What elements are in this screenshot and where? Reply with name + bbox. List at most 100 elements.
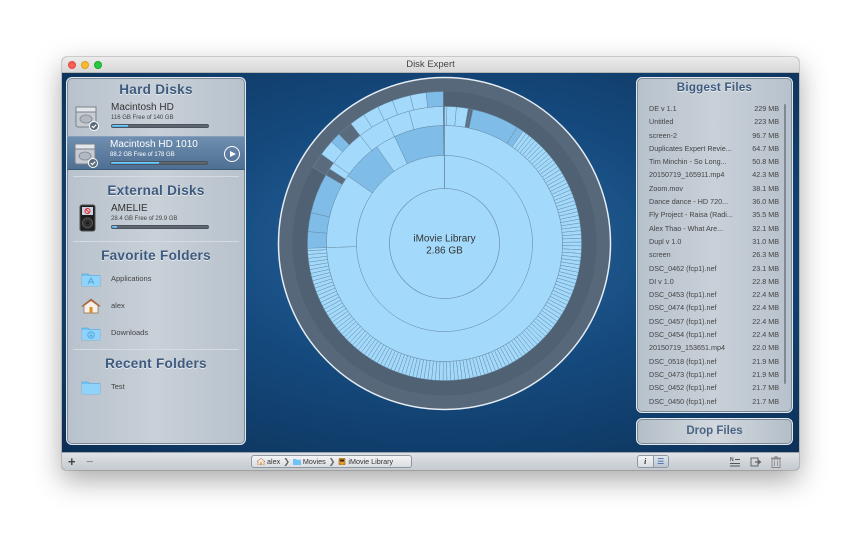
biggest-files-panel: Biggest Files DE v 1.1 229 MB Untitled 223 … [636, 77, 793, 413]
file-name: screen [649, 250, 671, 260]
file-name: Tim Minchin - So Long... [649, 157, 727, 167]
disk-item-macintosh-hd-1010[interactable]: Macintosh HD 1010 88.2 GB Free of 178 GB [67, 136, 245, 170]
ring4-segment[interactable] [425, 91, 444, 108]
minimize-window-button[interactable] [81, 61, 89, 69]
sunburst-chart[interactable]: iMovie Library 2.86 GB [277, 76, 612, 411]
favorite-folder-applications[interactable]: Applications [67, 266, 245, 293]
file-size: 22.4 MB [752, 303, 779, 313]
file-size: 64.7 MB [752, 143, 779, 153]
disk-item-macintosh-hd[interactable]: Macintosh HD 116 GB Free of 140 GB [67, 100, 245, 134]
favorite-folder-alex[interactable]: alex [67, 293, 245, 320]
file-name: Untitled [649, 117, 674, 127]
ring3-segment[interactable] [562, 241, 582, 247]
ring3-segment[interactable] [307, 231, 328, 249]
file-row[interactable]: Alex Thao - What Are... 32.1 MB [649, 222, 779, 235]
files-scrollbar[interactable] [784, 104, 786, 384]
file-row[interactable]: DSC_0474 (fcp1).nef 22.4 MB [649, 301, 779, 314]
drop-files-zone[interactable]: Drop Files [636, 418, 793, 445]
file-row[interactable]: DSC_0454 (fcp1).nef 22.4 MB [649, 328, 779, 341]
file-row[interactable]: DSC_0452 (fcp1).nef 21.7 MB [649, 381, 779, 394]
file-row[interactable]: DE v 1.1 229 MB [649, 102, 779, 115]
file-row[interactable]: DSC_0462 (fcp1).nef 23.1 MB [649, 262, 779, 275]
file-row[interactable]: Dance dance - HD 720... 36.0 MB [649, 195, 779, 208]
breadcrumb-item-imovie-library[interactable]: iMovie Library [348, 457, 393, 466]
file-name: Zoom.mov [649, 183, 683, 193]
file-row[interactable]: Untitled 223 MB [649, 115, 779, 128]
file-row[interactable]: Fly Project - Raisa (Radi... 35.5 MB [649, 208, 779, 221]
disk-usage-bar [110, 161, 208, 165]
recent-folder-test[interactable]: Test [67, 374, 245, 401]
breadcrumb-item-movies[interactable]: Movies [303, 457, 326, 466]
file-row[interactable]: Dupl v 1.0 31.0 MB [649, 235, 779, 248]
svg-text:N: N [730, 457, 734, 463]
file-row[interactable]: screen 26.3 MB [649, 248, 779, 261]
file-row[interactable]: DSC_0450 (fcp1).nef 21.7 MB [649, 395, 779, 408]
home-icon [81, 298, 101, 314]
breadcrumb-item-alex[interactable]: alex [267, 457, 280, 466]
trash-icon[interactable] [770, 456, 782, 468]
file-size: 96.7 MB [752, 130, 779, 140]
list-view-button[interactable]: ☰ [653, 456, 668, 467]
file-row[interactable]: 20150719_153651.mp4 22.0 MB [649, 341, 779, 354]
file-name: Alex Thao - What Are... [649, 223, 724, 233]
file-size: 223 MB [754, 117, 779, 127]
file-name: DI v 1.0 [649, 276, 674, 286]
chevron-right-icon: ❯ [283, 457, 290, 466]
file-size: 38.1 MB [752, 183, 779, 193]
disk-free-space: 28.4 GB Free of 29.9 GB [111, 216, 178, 222]
folder-label: alex [111, 301, 125, 310]
favorite-folder-downloads[interactable]: Downloads [67, 320, 245, 347]
file-row[interactable]: DSC_0518 (fcp1).nef 21.9 MB [649, 355, 779, 368]
file-row[interactable]: Zoom.mov 38.1 MB [649, 182, 779, 195]
ring4-segment[interactable] [410, 92, 429, 111]
file-name: 20150719_165911.mp4 [649, 170, 725, 180]
add-folder-button[interactable]: + [68, 454, 76, 469]
zoom-window-button[interactable] [94, 61, 102, 69]
title-bar: Disk Expert [62, 57, 799, 73]
hard-disk-icon [74, 143, 98, 168]
file-size: 35.5 MB [752, 210, 779, 220]
remove-folder-button[interactable]: − [86, 454, 94, 469]
file-name: DSC_0462 (fcp1).nef [649, 263, 717, 273]
folder-icon [81, 381, 101, 395]
sort-by-name-icon[interactable]: N [729, 456, 741, 468]
file-size: 50.8 MB [752, 157, 779, 167]
file-row[interactable]: DSC_0457 (fcp1).nef 22.4 MB [649, 315, 779, 328]
close-window-button[interactable] [68, 61, 76, 69]
bottom-toolbar: + − alex ❯ Movies ❯ iMovie Library i ☰ N [62, 452, 799, 470]
file-name: DE v 1.1 [649, 104, 677, 113]
file-name: Dance dance - HD 720... [649, 197, 729, 207]
file-name: Fly Project - Raisa (Radi... [649, 210, 733, 220]
file-name: 20150719_153651.mp4 [649, 343, 725, 353]
file-size: 22.4 MB [752, 316, 779, 326]
file-size: 32.1 MB [752, 223, 779, 233]
info-view-button[interactable]: i [638, 456, 654, 467]
sunburst-svg[interactable]: iMovie Library2.86 GB [277, 76, 612, 411]
file-size: 22.4 MB [752, 290, 779, 300]
file-size: 21.9 MB [752, 356, 779, 366]
file-size: 21.7 MB [752, 383, 779, 393]
file-row[interactable]: Tim Minchin - So Long... 50.8 MB [649, 155, 779, 168]
disk-item-amelie[interactable]: AMELIE 28.4 GB Free of 29.9 GB [67, 201, 245, 235]
ring3-segment[interactable] [442, 361, 448, 381]
ring3-segment[interactable] [446, 361, 451, 381]
move-to-icon[interactable] [750, 456, 762, 468]
file-row[interactable]: DSC_0453 (fcp1).nef 22.4 MB [649, 288, 779, 301]
ipod-icon [79, 204, 96, 232]
disk-usage-fill [111, 162, 159, 164]
scan-play-button[interactable] [224, 146, 240, 162]
hard-disks-heading: Hard Disks [119, 82, 193, 97]
sidebar: Hard Disks Macintosh HD 116 GB Free of 1… [66, 77, 246, 445]
app-window: Disk Expert Hard Disks Macintosh HD 116 … [62, 57, 799, 470]
file-row[interactable]: DI v 1.0 22.8 MB [649, 275, 779, 288]
file-row[interactable]: 20150719_165911.mp4 42.3 MB [649, 168, 779, 181]
file-row[interactable]: screen-2 96.7 MB [649, 129, 779, 142]
external-disks-heading: External Disks [107, 183, 205, 198]
file-size: 26.3 MB [752, 250, 779, 260]
file-size: 22.8 MB [752, 276, 779, 286]
ring3-segment[interactable] [562, 237, 582, 243]
file-size: 21.9 MB [752, 369, 779, 379]
file-row[interactable]: Duplicates Expert Revie... 64.7 MB [649, 142, 779, 155]
file-size: 229 MB [754, 104, 779, 113]
file-row[interactable]: DSC_0473 (fcp1).nef 21.9 MB [649, 368, 779, 381]
